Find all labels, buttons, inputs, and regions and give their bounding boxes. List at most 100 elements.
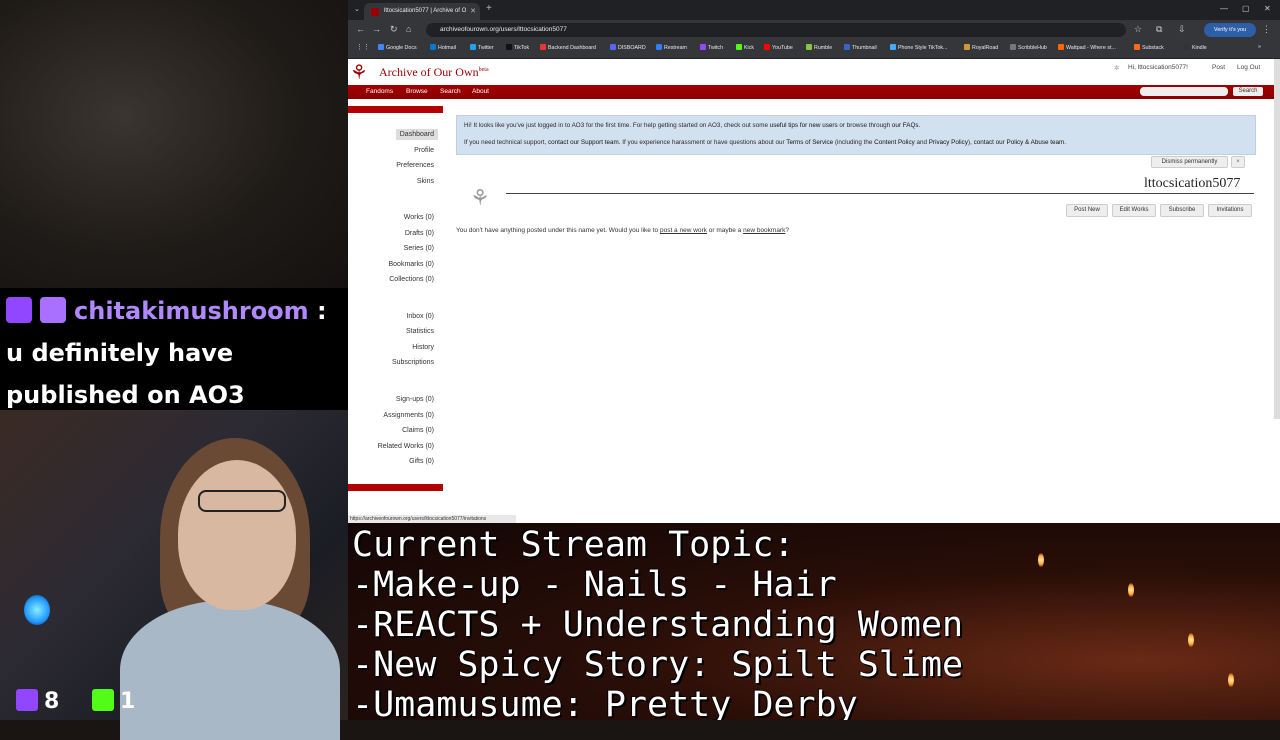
search-input[interactable] [1140, 87, 1228, 96]
bookmark-item[interactable]: Rumble [806, 44, 832, 51]
post-new-work-link[interactable]: post a new work [660, 227, 707, 234]
bookmark-item[interactable]: Wattpad - Where st... [1058, 44, 1116, 51]
greeting-link[interactable]: Hi, lttocsication5077! [1128, 64, 1188, 71]
sidebar-item-dashboard[interactable]: Dashboard [395, 129, 438, 140]
apps-icon[interactable]: ⋮⋮ [356, 43, 370, 51]
sidebar-item-works[interactable]: Works (0) [404, 214, 434, 221]
tips-link[interactable]: useful tips for new users [770, 122, 838, 129]
bookmark-item[interactable]: ScribbleHub [1010, 44, 1047, 51]
more-bookmarks-icon[interactable]: » [1258, 44, 1261, 50]
background-video [0, 0, 348, 290]
minimize-icon[interactable]: — [1220, 4, 1228, 13]
nav-fandoms[interactable]: Fandoms [366, 88, 393, 95]
sidebar-item-subscriptions[interactable]: Subscriptions [392, 359, 434, 366]
bookmark-star-icon[interactable]: ☆ [1134, 24, 1142, 35]
ao3-logo-icon[interactable]: ⚘ [350, 62, 378, 84]
support-link[interactable]: contact our Support team [548, 139, 619, 146]
site-title[interactable]: Archive of Our Ownbeta [379, 65, 489, 80]
browser-tab[interactable]: lttocsication5077 | Archive of O ✕ [364, 3, 480, 20]
bookmark-item[interactable]: Thumbnail [844, 44, 877, 51]
close-window-icon[interactable]: ✕ [1264, 4, 1271, 13]
faqs-link[interactable]: our FAQs [892, 122, 919, 129]
subscribe-button[interactable]: Subscribe [1160, 204, 1204, 217]
chat-username: chitakimushroom [74, 297, 309, 325]
sidebar-item-series[interactable]: Series (0) [404, 245, 434, 252]
bookmark-item[interactable]: Google Docs [378, 44, 417, 51]
sidebar-item-preferences[interactable]: Preferences [396, 162, 434, 169]
sidebar-item-inbox[interactable]: Inbox (0) [406, 313, 434, 320]
extensions-icon[interactable]: ⧉ [1156, 24, 1162, 35]
sidebar-item-bookmarks[interactable]: Bookmarks (0) [388, 261, 434, 268]
download-icon[interactable]: ⇩ [1178, 24, 1186, 35]
reload-icon[interactable]: ↻ [390, 24, 398, 35]
topic-heading: Current Stream Topic: [352, 525, 795, 565]
bookmark-item[interactable]: Kick [736, 44, 754, 51]
nav-search[interactable]: Search [440, 88, 461, 95]
bookmark-item[interactable]: Restream [656, 44, 687, 51]
sidebar-item-assignments[interactable]: Assignments (0) [383, 412, 434, 419]
address-bar[interactable]: archiveofourown.org/users/lttocsication5… [426, 23, 1126, 37]
url-text: archiveofourown.org/users/lttocsication5… [440, 26, 567, 33]
bookmark-item[interactable]: YouTube [764, 44, 793, 51]
new-tab-icon[interactable]: + [486, 3, 492, 14]
bookmark-item[interactable]: Hotmail [430, 44, 456, 51]
post-link[interactable]: Post [1212, 64, 1225, 71]
restream-icon [656, 44, 662, 50]
content-policy-link[interactable]: Content Policy [874, 139, 915, 146]
sidebar-item-signups[interactable]: Sign-ups (0) [396, 396, 434, 403]
verify-profile-button[interactable]: Verify it's you [1204, 23, 1256, 37]
sidebar-item-related-works[interactable]: Related Works (0) [378, 443, 434, 450]
bookmark-item[interactable]: Twitter [470, 44, 494, 51]
close-notice-icon[interactable]: × [1231, 156, 1245, 168]
dismiss-permanently-button[interactable]: Dismiss permanently [1151, 156, 1228, 168]
forward-icon[interactable]: → [372, 24, 381, 34]
twitter-icon [470, 44, 476, 50]
twitch-icon [6, 297, 32, 323]
notice-text: or browse through [839, 122, 891, 129]
youtube-icon [764, 44, 770, 50]
new-bookmark-link[interactable]: new bookmark [743, 227, 785, 234]
sidebar-item-claims[interactable]: Claims (0) [402, 427, 434, 434]
tab-search-icon[interactable]: ⌄ [354, 5, 360, 13]
alert-icon[interactable]: ✲ [1114, 64, 1119, 72]
bookmark-item[interactable]: Backend Dashboard [540, 44, 596, 51]
sidebar-item-collections[interactable]: Collections (0) [389, 276, 434, 283]
close-tab-icon[interactable]: ✕ [470, 3, 476, 20]
nav-about[interactable]: About [472, 88, 489, 95]
chat-separator: : [317, 297, 327, 325]
bookmark-item[interactable]: Kindle [1184, 44, 1207, 51]
abuse-link[interactable]: contact our Policy & Abuse team [974, 139, 1065, 146]
search-button[interactable]: Search [1233, 87, 1263, 96]
nav-browse[interactable]: Browse [406, 88, 428, 95]
bookmark-item[interactable]: Twitch [700, 44, 723, 51]
back-icon[interactable]: ← [356, 24, 365, 34]
verify-label: Verify it's you [1213, 27, 1247, 33]
edit-works-button[interactable]: Edit Works [1112, 204, 1156, 217]
topic-item: -New Spicy Story: Spilt Slime [352, 645, 964, 685]
bookmark-item[interactable]: TikTok [506, 44, 529, 51]
maximize-icon[interactable]: ▢ [1242, 4, 1250, 13]
bookmark-item[interactable]: Phone Style TikTok... [890, 44, 947, 51]
twitch-icon [16, 689, 38, 711]
post-new-button[interactable]: Post New [1066, 204, 1108, 217]
streamer-face [178, 460, 296, 610]
sidebar-item-profile[interactable]: Profile [414, 147, 434, 154]
page-scrollbar[interactable] [1274, 59, 1280, 419]
bookmark-item[interactable]: RoyalRoad [964, 44, 998, 51]
tos-link[interactable]: Terms of Service [786, 139, 833, 146]
sidebar-item-statistics[interactable]: Statistics [406, 328, 434, 335]
sidebar-item-gifts[interactable]: Gifts (0) [409, 458, 434, 465]
sidebar-item-drafts[interactable]: Drafts (0) [405, 230, 434, 237]
menu-icon[interactable]: ⋮ [1262, 24, 1271, 35]
bookmark-item[interactable]: DISBOARD [610, 44, 646, 51]
home-icon[interactable]: ⌂ [406, 24, 411, 34]
sidebar-item-history[interactable]: History [412, 344, 434, 351]
privacy-policy-link[interactable]: Privacy Policy [929, 139, 968, 146]
sidebar-item-skins[interactable]: Skins [417, 178, 434, 185]
logout-link[interactable]: Log Out [1237, 64, 1260, 71]
invitations-button[interactable]: Invitations [1208, 204, 1252, 217]
sidebar-bottom-bar [348, 484, 443, 491]
kick-icon [92, 689, 114, 711]
candle-light [1038, 553, 1044, 567]
bookmark-item[interactable]: Substack [1134, 44, 1164, 51]
